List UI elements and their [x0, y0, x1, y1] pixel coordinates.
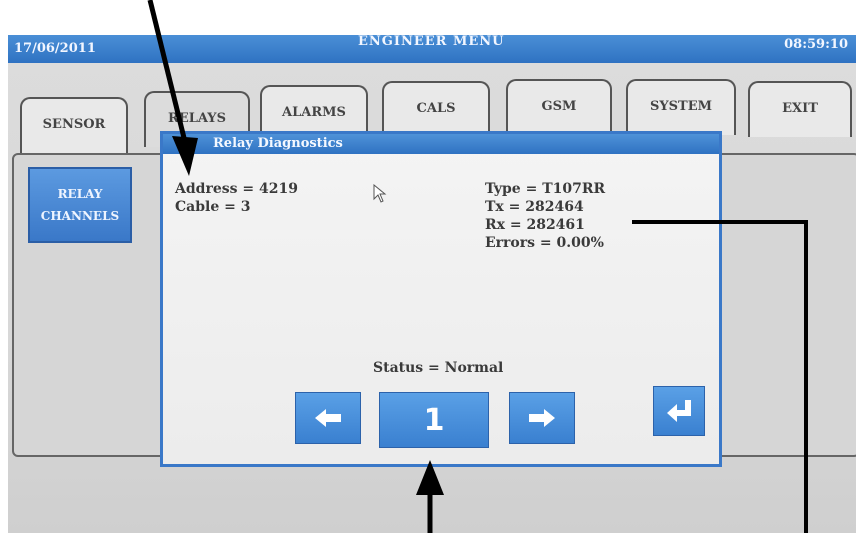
page-number-display[interactable]: 1 — [379, 392, 489, 448]
cable-value: Cable = 3 — [175, 199, 251, 215]
tab-system[interactable]: SYSTEM — [626, 79, 736, 135]
tab-gsm[interactable]: GSM — [506, 79, 612, 135]
enter-button[interactable] — [653, 386, 705, 436]
date-display: 17/06/2011 — [14, 41, 96, 56]
enter-icon — [667, 400, 691, 422]
button-label-line1: RELAY — [57, 187, 103, 201]
tab-label: SYSTEM — [649, 99, 713, 114]
right-arrow-icon — [529, 409, 555, 427]
title-bar: 17/06/2011 ENGINEER MENU 08:59:10 — [8, 34, 856, 63]
link-statistics-info: Type = T107RR Tx = 282464 Rx = 282461 Er… — [485, 180, 605, 252]
time-display: 08:59:10 — [784, 37, 848, 52]
relay-channels-button[interactable]: RELAY CHANNELS — [28, 167, 132, 243]
tab-sensor[interactable]: SENSOR — [20, 97, 128, 153]
tab-cals[interactable]: CALS — [382, 81, 490, 137]
tab-label: EXIT — [782, 101, 818, 116]
prev-button[interactable] — [295, 392, 361, 444]
dialog-title: Relay Diagnostics — [163, 134, 719, 154]
button-label-line2: CHANNELS — [40, 209, 120, 223]
mouse-pointer-icon — [373, 183, 387, 208]
tab-exit[interactable]: EXIT — [748, 81, 852, 137]
errors-value: Errors = 0.00% — [485, 235, 604, 251]
tab-label: ALARMS — [282, 105, 346, 120]
tx-value: Tx = 282464 — [485, 199, 584, 215]
relay-diagnostics-dialog: Relay Diagnostics Address = 4219 Cable =… — [160, 131, 722, 467]
device-screen: 17/06/2011 ENGINEER MENU 08:59:10 SENSOR… — [8, 34, 856, 533]
next-button[interactable] — [509, 392, 575, 444]
relay-address-info: Address = 4219 Cable = 3 — [175, 180, 298, 216]
address-value: Address = 4219 — [175, 181, 298, 197]
status-text: Status = Normal — [373, 360, 504, 376]
tab-label: RELAYS — [168, 111, 226, 126]
page-number: 1 — [423, 402, 445, 438]
screen-title: ENGINEER MENU — [358, 34, 505, 49]
left-arrow-icon — [315, 409, 341, 427]
tab-label: SENSOR — [42, 117, 106, 132]
tab-label: GSM — [541, 99, 577, 114]
type-value: Type = T107RR — [485, 181, 606, 197]
tab-label: CALS — [416, 101, 456, 116]
rx-value: Rx = 282461 — [485, 217, 585, 233]
